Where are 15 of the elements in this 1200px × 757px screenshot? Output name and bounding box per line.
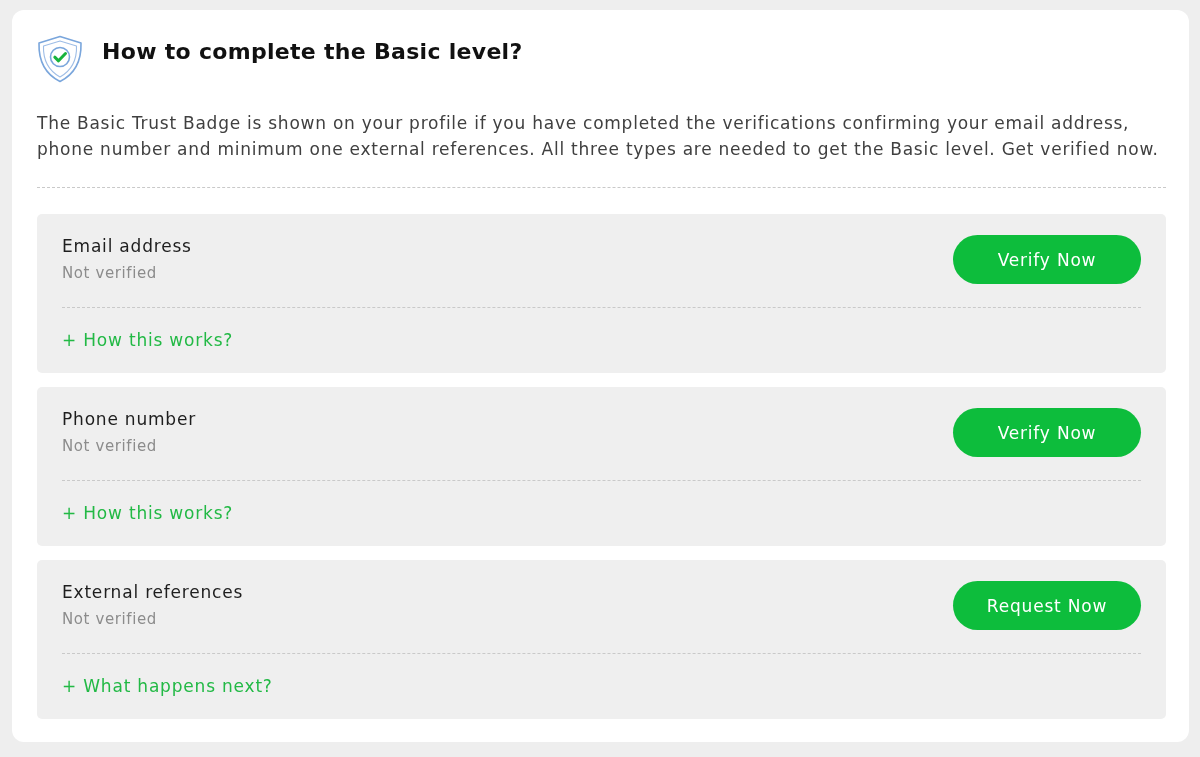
action-button[interactable]: Request Now xyxy=(953,581,1141,630)
help-link[interactable]: + How this works? xyxy=(62,503,234,523)
intro-text: The Basic Trust Badge is shown on your profile if you have completed the verifications confirming your email address, phone number and minimum one external references. All three types are needed to get the Basic level. Get verified now. xyxy=(37,112,1160,161)
help-link[interactable]: + What happens next? xyxy=(62,676,273,696)
status-text: Not verified xyxy=(62,609,158,629)
action-button[interactable]: Verify Now xyxy=(953,235,1141,284)
shield-check-icon xyxy=(37,35,83,83)
help-link[interactable]: + How this works? xyxy=(62,330,234,350)
step-title: External references xyxy=(62,581,244,603)
status-text: Not verified xyxy=(62,263,158,283)
status-text: Not verified xyxy=(62,436,158,456)
step-title: Email address xyxy=(62,235,192,257)
action-button[interactable]: Verify Now xyxy=(953,408,1141,457)
step-title: Phone number xyxy=(62,408,196,430)
section-title: How to complete the Basic level? xyxy=(102,38,523,66)
